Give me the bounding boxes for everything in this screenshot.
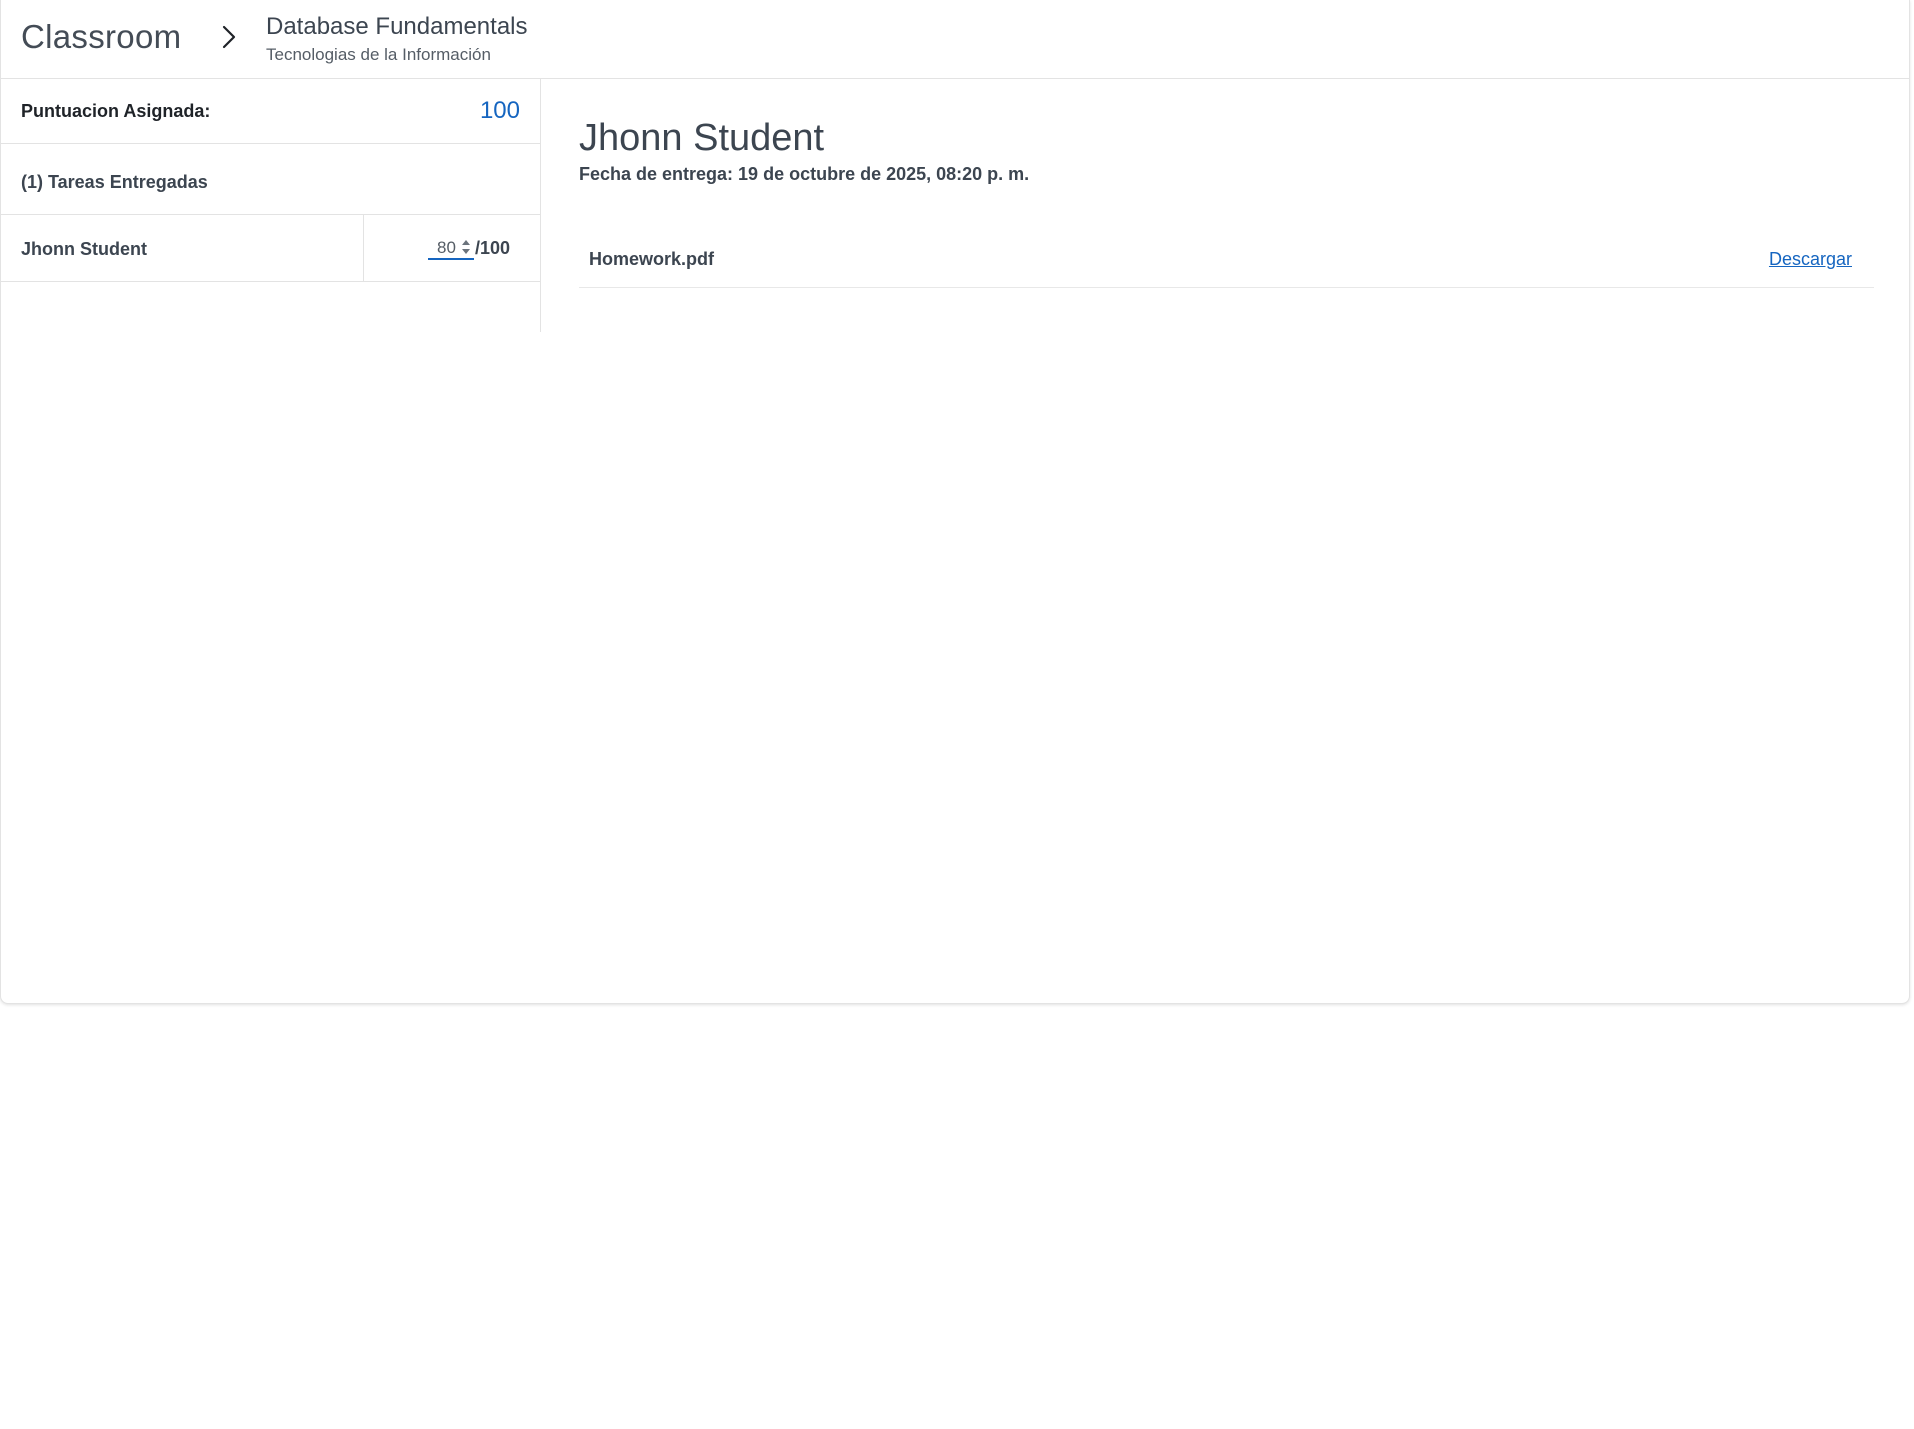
submissions-sidebar: Puntuacion Asignada: 100 (1) Tareas Entr… [1, 79, 541, 332]
course-subtitle: Tecnologias de la Información [266, 45, 491, 64]
app-card: Classroom Database Fundamentals Tecnolog… [0, 0, 1910, 1004]
spinner-arrows-icon[interactable] [460, 238, 472, 256]
grade-wrap: /100 [427, 237, 510, 260]
assigned-score-label: Puntuacion Asignada: [21, 101, 211, 121]
app-title[interactable]: Classroom [21, 18, 181, 56]
grade-max: /100 [474, 238, 510, 258]
assigned-score-row: Puntuacion Asignada: 100 [1, 79, 540, 144]
chevron-right-icon [222, 25, 236, 49]
download-link[interactable]: Descargar [1769, 249, 1852, 270]
student-name[interactable]: Jhonn Student [21, 239, 147, 260]
submitted-count-row: (1) Tareas Entregadas [1, 144, 540, 215]
file-row: Homework.pdf Descargar [579, 234, 1874, 288]
file-name: Homework.pdf [589, 249, 715, 269]
student-select-cell[interactable]: Jhonn Student [1, 215, 364, 281]
breadcrumb: Database Fundamentals Tecnologias de la … [266, 12, 528, 66]
top-bar: Classroom Database Fundamentals Tecnolog… [1, 0, 1909, 79]
grade-cell: /100 [364, 215, 540, 281]
student-row: Jhonn Student /100 [1, 215, 540, 282]
due-date: Fecha de entrega: 19 de octubre de 2025,… [579, 164, 1030, 184]
assigned-score-value: 100 [479, 97, 520, 124]
grade-input-box [427, 237, 474, 260]
course-title[interactable]: Database Fundamentals [266, 12, 528, 42]
submitted-count-label: (1) Tareas Entregadas [21, 172, 208, 192]
student-heading: Jhonn Student [579, 117, 825, 159]
